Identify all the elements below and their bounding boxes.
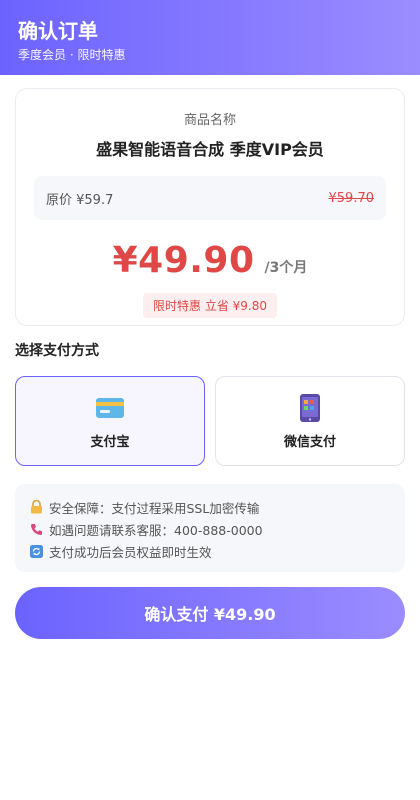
payment-option-wechat[interactable]: 微信支付 <box>215 376 405 466</box>
product-card: 商品名称 盛果智能语音合成 季度VIP会员 原价 ¥59.7 ¥59.70 ¥4… <box>15 88 405 326</box>
refresh-icon <box>29 544 43 558</box>
lock-icon <box>29 500 43 514</box>
payment-option-label: 支付宝 <box>90 434 130 450</box>
notice-text: 如遇问题请联系客服：400-888-0000 <box>49 522 263 538</box>
header: 确认订单 季度会员 · 限时特惠 <box>0 0 420 75</box>
payment-option-label: 微信支付 <box>283 434 336 450</box>
page-title: 确认订单 <box>18 19 98 43</box>
price-amount: ¥49.90 <box>112 240 255 281</box>
payment-options: 支付宝 微信支付 <box>15 376 405 466</box>
notice-text: 支付成功后会员权益即时生效 <box>49 544 212 560</box>
product-name: 盛果智能语音合成 季度VIP会员 <box>96 140 324 159</box>
notice-item: 支付成功后会员权益即时生效 <box>29 540 391 562</box>
security-notice-box: 安全保障：支付过程采用SSL加密传输 如遇问题请联系客服：400-888-000… <box>15 484 405 572</box>
notice-item: 安全保障：支付过程采用SSL加密传输 <box>29 496 391 518</box>
confirm-payment-button[interactable]: 确认支付 ¥49.90 <box>15 587 405 639</box>
page-subtitle: 季度会员 · 限时特惠 <box>18 48 126 62</box>
phone-call-icon <box>29 522 43 536</box>
credit-card-icon <box>95 393 125 423</box>
original-price-label: 原价 ¥59.7 <box>46 192 114 208</box>
current-price: ¥49.90 /3个月 <box>16 240 404 281</box>
payment-option-alipay[interactable]: 支付宝 <box>15 376 205 466</box>
phone-icon <box>299 393 321 423</box>
price-period: /3个月 <box>264 260 308 276</box>
notice-item: 如遇问题请联系客服：400-888-0000 <box>29 518 391 540</box>
payment-section-title: 选择支付方式 <box>15 343 99 359</box>
discount-badge: 限时特惠 立省 ¥9.80 <box>143 293 277 318</box>
notice-text: 安全保障：支付过程采用SSL加密传输 <box>49 500 260 516</box>
original-price-row: 原价 ¥59.7 ¥59.70 <box>34 176 386 220</box>
product-label: 商品名称 <box>183 113 236 128</box>
original-price-strike: ¥59.70 <box>328 190 375 206</box>
